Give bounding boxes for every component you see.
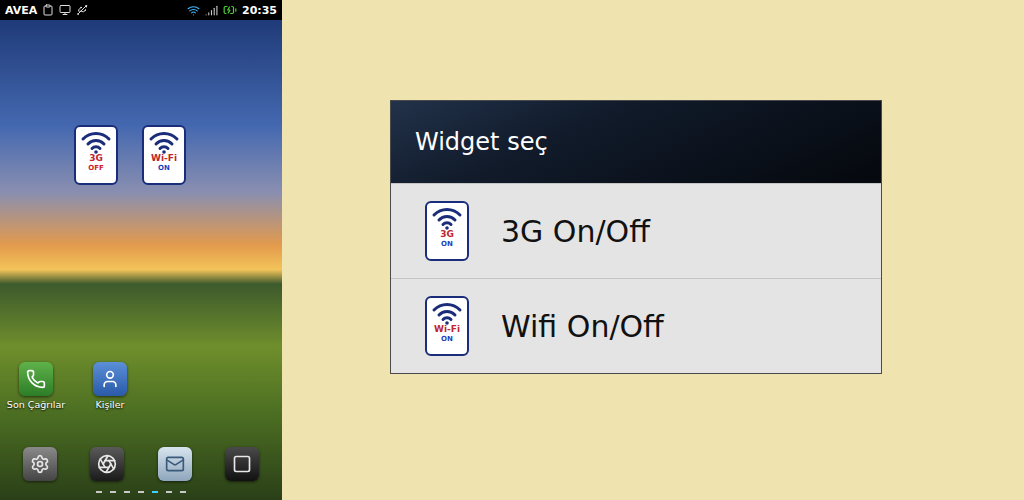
widget-preview-icon[interactable]: 3GON — [425, 201, 469, 261]
status-left: AVEA — [5, 4, 88, 17]
dialog-area: Widget seç3GON3G On/OffWi-FiONWifi On/Of… — [282, 0, 1024, 500]
dialog-item-label: 3G On/Off — [501, 214, 650, 249]
dock-button[interactable] — [90, 447, 124, 481]
signal-icon — [205, 4, 218, 17]
app-shortcut[interactable]: Son Çağrılar — [4, 362, 68, 410]
usb-icon — [76, 4, 88, 16]
app-tile — [93, 362, 127, 396]
wifi-signal-icon — [431, 206, 463, 230]
page-dot[interactable] — [138, 491, 144, 493]
contact-icon — [100, 369, 120, 389]
page-dot[interactable] — [180, 491, 186, 493]
widget-state: OFF — [88, 164, 104, 172]
dialog-item[interactable]: 3GON 3G On/Off — [391, 183, 881, 278]
wifi-signal-icon — [431, 301, 463, 325]
app-label: Son Çağrılar — [7, 399, 65, 410]
dialog-item-label: Wifi On/Off — [501, 309, 664, 344]
dialog-title: Widget seç — [391, 101, 881, 183]
widget-state: ON — [441, 240, 453, 248]
widget-label: Wi-Fi — [434, 325, 460, 335]
page-dot[interactable] — [110, 491, 116, 493]
clipboard-icon — [42, 4, 54, 16]
widget-preview-icon[interactable]: Wi-FiON — [425, 296, 469, 356]
app-row: Son Çağrılar Kişiler — [0, 362, 282, 410]
page-dot[interactable] — [124, 491, 130, 493]
home-widget[interactable]: 3GOFF — [74, 125, 118, 185]
page-indicator — [0, 484, 282, 500]
page-dot[interactable] — [96, 491, 102, 493]
home-wallpaper: 3GOFF Wi-FiON Son Çağrılar Kişiler — [0, 20, 282, 500]
widget-row: 3GOFF Wi-FiON — [0, 125, 282, 185]
status-right: 20:35 — [187, 3, 277, 17]
widget-label: 3G — [89, 154, 103, 164]
square-icon — [232, 454, 252, 474]
page-dot[interactable] — [166, 491, 172, 493]
widget-dialog: Widget seç3GON3G On/OffWi-FiONWifi On/Of… — [390, 100, 882, 374]
widget-state: ON — [441, 335, 453, 343]
wifi-signal-icon — [148, 130, 180, 154]
status-bar: AVEA 20:35 — [0, 0, 282, 20]
widget-label: 3G — [440, 230, 454, 240]
dock-button[interactable] — [158, 447, 192, 481]
camera-icon — [97, 454, 117, 474]
dock — [0, 444, 282, 484]
monitor-icon — [59, 4, 71, 16]
page: AVEA20:353GOFFWi-FiONSon ÇağrılarKişiler… — [0, 0, 1024, 500]
app-tile — [19, 362, 53, 396]
dialog-item[interactable]: Wi-FiON Wifi On/Off — [391, 278, 881, 373]
page-dot[interactable] — [152, 491, 158, 493]
dock-button[interactable] — [225, 447, 259, 481]
phone-screen: AVEA 20:35 3GOFF Wi-FiON Son Çağrılar Kişiler — [0, 0, 282, 500]
widget-label: Wi-Fi — [151, 154, 177, 164]
widget-state: ON — [158, 164, 170, 172]
phone-icon — [26, 369, 46, 389]
carrier: AVEA — [5, 4, 37, 17]
clock: 20:35 — [242, 4, 277, 17]
wifi-signal-icon — [80, 130, 112, 154]
home-widget[interactable]: Wi-FiON — [142, 125, 186, 185]
app-label: Kişiler — [96, 399, 125, 410]
dock-button[interactable] — [23, 447, 57, 481]
wifi-icon — [187, 4, 200, 17]
settings-gear-icon — [30, 454, 50, 474]
battery-icon — [223, 3, 237, 17]
app-shortcut[interactable]: Kişiler — [78, 362, 142, 410]
mail-icon — [165, 454, 185, 474]
